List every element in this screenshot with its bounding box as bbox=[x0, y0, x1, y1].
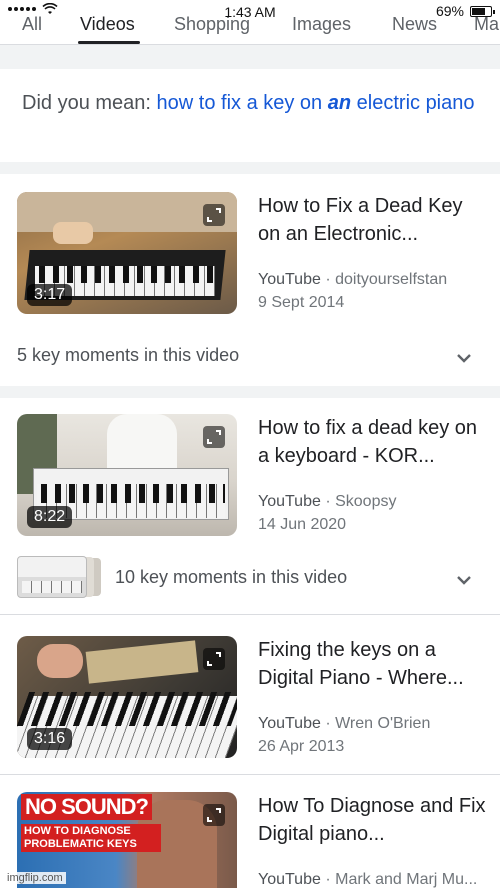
thumb-hand bbox=[37, 644, 83, 678]
section-gap bbox=[0, 386, 500, 398]
did-you-mean-prefix: Did you mean: bbox=[22, 92, 151, 114]
did-you-mean: Did you mean: how to fix a key on an ele… bbox=[22, 90, 492, 117]
expand-icon[interactable] bbox=[203, 804, 225, 826]
thumb-person bbox=[107, 414, 177, 474]
source-name: YouTube bbox=[258, 271, 321, 288]
section-gap bbox=[0, 162, 500, 174]
expand-icon[interactable] bbox=[203, 648, 225, 670]
video-date: 9 Sept 2014 bbox=[258, 294, 345, 311]
thumb-headline: NO SOUND? bbox=[21, 794, 152, 820]
video-duration: 3:16 bbox=[27, 728, 73, 750]
source-name: YouTube bbox=[258, 715, 321, 732]
status-right: 69% bbox=[435, 3, 495, 19]
expand-icon[interactable] bbox=[203, 426, 225, 448]
key-moments-toggle[interactable]: 5 key moments in this video bbox=[17, 345, 487, 375]
thumb-white-keys bbox=[22, 581, 82, 593]
channel-name: Wren O'Brien bbox=[335, 715, 431, 732]
video-date: 26 Apr 2013 bbox=[258, 738, 345, 755]
video-title[interactable]: How to fix a dead key on a keyboard - KO… bbox=[258, 414, 490, 470]
battery-percent: 69% bbox=[435, 3, 464, 19]
chevron-down-icon bbox=[457, 354, 471, 363]
suggestion-before: how to fix a key on bbox=[156, 92, 323, 114]
video-duration: 8:22 bbox=[27, 506, 73, 528]
section-gap bbox=[0, 45, 500, 69]
key-moments-thumbnails bbox=[17, 556, 103, 598]
video-source: YouTube · Skoopsy bbox=[258, 493, 396, 511]
key-moments-label: 5 key moments in this video bbox=[17, 345, 240, 365]
did-you-mean-link[interactable]: how to fix a key on an electric piano bbox=[157, 92, 475, 114]
status-time: 1:43 AM bbox=[224, 4, 276, 20]
channel-name: Mark and Marj Mu... bbox=[335, 871, 478, 888]
thumb-subheadline: HOW TO DIAGNOSE PROBLEMATIC KEYS bbox=[21, 824, 161, 852]
suggestion-emphasis: an bbox=[327, 92, 352, 114]
thumb-black-keys bbox=[39, 266, 215, 283]
result-divider bbox=[0, 774, 500, 775]
channel-name: doityourselfstan bbox=[335, 271, 448, 288]
separator: · bbox=[325, 871, 331, 888]
thumb-circuit-board bbox=[85, 640, 199, 684]
separator: · bbox=[325, 715, 331, 732]
result-divider bbox=[0, 614, 500, 615]
moment-thumb bbox=[17, 556, 87, 598]
watermark: imgflip.com bbox=[4, 872, 66, 884]
key-moments-label: 10 key moments in this video bbox=[115, 567, 348, 587]
key-moments-toggle[interactable]: 10 key moments in this video bbox=[115, 567, 487, 597]
separator: · bbox=[325, 493, 331, 510]
thumb-black-keys bbox=[17, 692, 237, 726]
thumb-black-keys bbox=[41, 484, 225, 503]
channel-name: Skoopsy bbox=[335, 493, 397, 510]
video-date: 14 Jun 2020 bbox=[258, 516, 347, 533]
status-bar: 1:43 AM 69% bbox=[0, 0, 500, 22]
chevron-down-icon bbox=[457, 576, 471, 585]
expand-icon[interactable] bbox=[203, 204, 225, 226]
separator: · bbox=[325, 271, 331, 288]
video-source: YouTube · Wren O'Brien bbox=[258, 715, 430, 733]
video-title[interactable]: Fixing the keys on a Digital Piano - Whe… bbox=[258, 636, 490, 692]
battery-icon bbox=[470, 5, 495, 17]
video-source: YouTube · doityourselfstan bbox=[258, 271, 447, 289]
video-thumbnail[interactable]: 8:22 bbox=[17, 414, 237, 536]
video-title[interactable]: How To Diagnose and Fix Digital piano... bbox=[258, 792, 490, 848]
video-thumbnail[interactable]: 3:16 bbox=[17, 636, 237, 758]
thumb-hand bbox=[53, 222, 93, 244]
video-thumbnail[interactable]: 3:17 bbox=[17, 192, 237, 314]
video-title[interactable]: How to Fix a Dead Key on an Electronic..… bbox=[258, 192, 490, 248]
suggestion-after: electric piano bbox=[356, 92, 475, 114]
video-source: YouTube · Mark and Marj Mu... bbox=[258, 871, 477, 888]
source-name: YouTube bbox=[258, 493, 321, 510]
source-name: YouTube bbox=[258, 871, 321, 888]
video-duration: 3:17 bbox=[27, 284, 73, 306]
